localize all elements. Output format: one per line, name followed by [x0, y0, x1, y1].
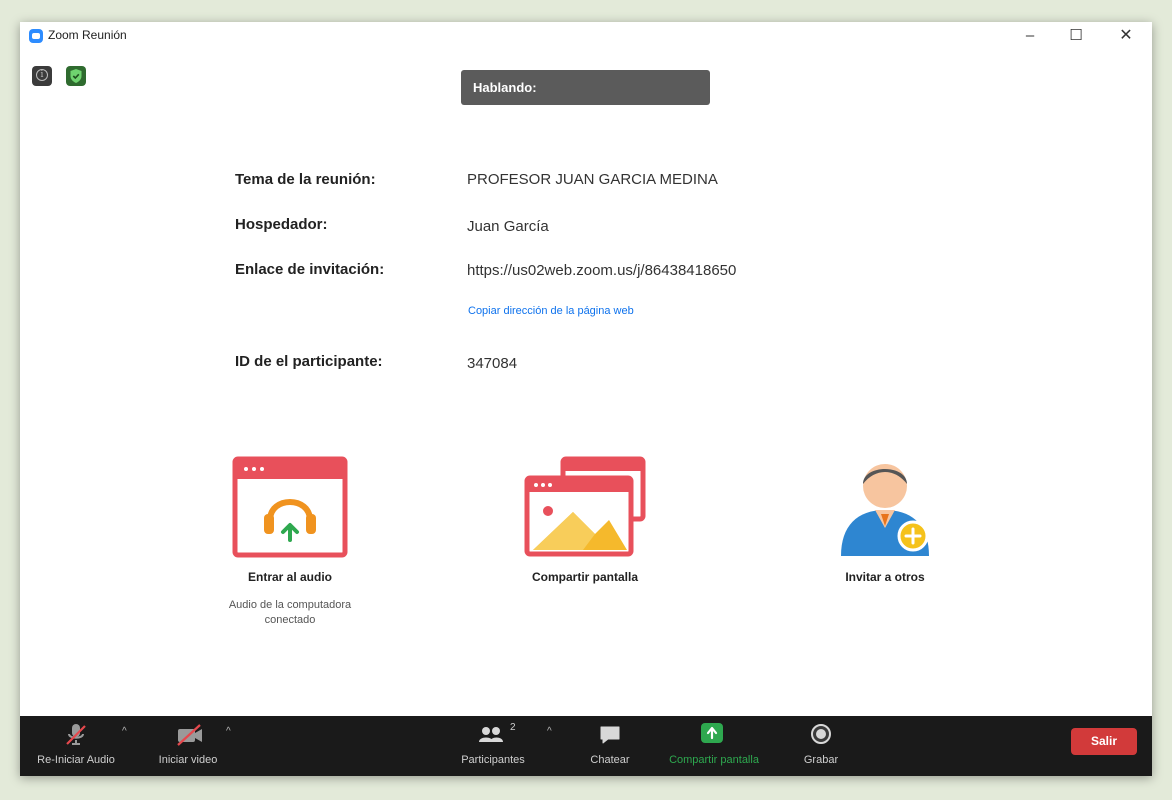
participant-id-label: ID de el participante:: [235, 353, 383, 370]
invite-link-value: https://us02web.zoom.us/j/86438418650: [467, 262, 737, 279]
copy-web-address-link[interactable]: Copiar dirección de la página web: [468, 305, 634, 317]
topic-value: PROFESOR JUAN GARCIA MEDINA: [467, 171, 718, 188]
participants-options-chevron-icon[interactable]: ^: [547, 726, 552, 737]
participant-id-value: 347084: [467, 355, 518, 372]
security-shield-icon[interactable]: [66, 66, 86, 86]
leave-meeting-button[interactable]: Salir: [1071, 728, 1137, 755]
record-button[interactable]: Grabar: [788, 716, 854, 776]
record-icon: [811, 724, 831, 744]
participants-icon: [479, 727, 503, 742]
maximize-button[interactable]: ☐: [1056, 22, 1096, 50]
join-audio-icon: [232, 456, 348, 558]
join-audio-status-line2: conectado: [264, 614, 316, 626]
window-title: Zoom Reunión: [48, 28, 127, 42]
chat-button[interactable]: Chatear: [575, 716, 645, 776]
record-label: Grabar: [803, 754, 839, 766]
share-screen-label: Compartir pantalla: [531, 570, 639, 584]
video-off-icon: [177, 724, 202, 746]
meeting-toolbar: ^ Re-Iniciar Audio ^ Iniciar video 2 ^ P…: [20, 716, 1152, 776]
host-value: Juan García: [467, 218, 549, 235]
share-screen-icon: [524, 456, 646, 557]
chat-bubble-icon: [600, 726, 620, 744]
audio-options-chevron-icon[interactable]: ^: [122, 726, 127, 737]
speaking-indicator: Hablando:: [461, 70, 710, 105]
start-video-button[interactable]: ^ Iniciar video: [142, 716, 234, 776]
minimize-button[interactable]: –: [1010, 22, 1050, 50]
restart-audio-button[interactable]: ^ Re-Iniciar Audio: [30, 716, 127, 776]
chat-label: Chatear: [590, 754, 630, 766]
join-audio-action[interactable]: Entrar al audio Audio de la computadora …: [195, 456, 385, 628]
participants-count: 2: [510, 722, 516, 733]
toolbar-share-screen-label: Compartir pantalla: [669, 754, 759, 766]
join-audio-status-line1: Audio de la computadora: [228, 599, 352, 611]
close-button[interactable]: ✕: [1106, 22, 1146, 50]
meeting-info-icon[interactable]: [32, 66, 52, 86]
invite-others-action[interactable]: Invitar a otros: [790, 452, 980, 584]
host-label: Hospedador:: [235, 216, 328, 233]
participants-button[interactable]: 2 ^ Participantes: [443, 716, 552, 776]
restart-audio-label: Re-Iniciar Audio: [37, 754, 115, 766]
participants-label: Participantes: [461, 754, 525, 766]
muted-microphone-icon: [66, 724, 86, 745]
invite-link-label: Enlace de invitación:: [235, 261, 385, 278]
start-video-label: Iniciar video: [158, 754, 218, 766]
invite-others-label: Invitar a otros: [845, 570, 925, 584]
zoom-app-icon: [29, 29, 43, 43]
toolbar-share-screen-button[interactable]: Compartir pantalla: [655, 716, 773, 776]
invite-others-icon: [841, 464, 929, 556]
zoom-window: Zoom Reunión – ☐ ✕ Hablando: Tema de la …: [20, 22, 1152, 776]
video-options-chevron-icon[interactable]: ^: [226, 726, 231, 737]
share-screen-action[interactable]: Compartir pantalla: [490, 456, 680, 584]
title-bar: Zoom Reunión – ☐ ✕: [20, 22, 1152, 50]
join-audio-label: Entrar al audio: [247, 570, 333, 584]
share-screen-arrow-icon: [701, 723, 723, 743]
topic-label: Tema de la reunión:: [235, 171, 376, 188]
